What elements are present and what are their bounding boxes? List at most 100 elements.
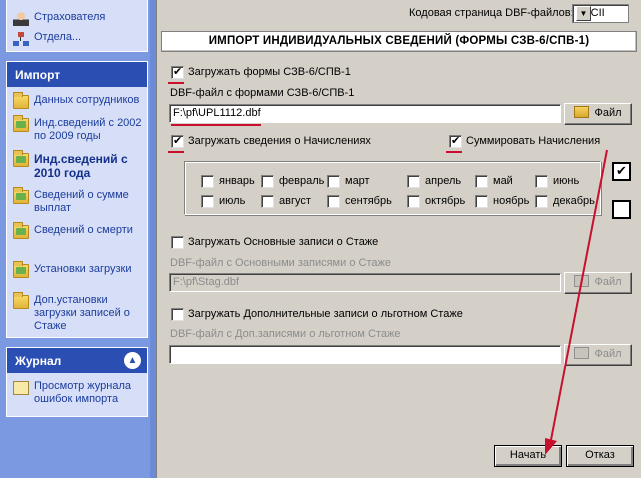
month-checkbox[interactable] — [201, 175, 214, 188]
sidebar: Страхователя Отдела... Импорт Данных сот… — [0, 0, 150, 478]
month-label: май — [493, 175, 513, 187]
sidebar-item-label: Инд.сведений с 2010 года — [34, 152, 128, 180]
panel-title: Импорт — [15, 68, 61, 82]
folder-open-icon — [574, 275, 590, 287]
sidebar-item-extra-settings[interactable]: Доп.установки загрузки записей о Стаже — [7, 292, 147, 335]
sidebar-item-load-settings[interactable]: Установки загрузки — [7, 261, 147, 278]
month-label: январь — [219, 175, 255, 187]
dbf-basic-path-input[interactable]: F:\pf\Stag.dbf — [169, 273, 561, 292]
highlight-mark — [168, 151, 184, 153]
chevron-down-icon[interactable]: ▼ — [576, 6, 591, 21]
month-checkbox[interactable] — [201, 195, 214, 208]
month-checkbox[interactable] — [475, 195, 488, 208]
sidebar-item-2010[interactable]: Инд.сведений с 2010 года — [7, 150, 147, 182]
sidebar-item-label: Отдела... — [34, 31, 82, 43]
clear-all-months-checkbox[interactable] — [612, 200, 631, 219]
folder-open-icon — [574, 347, 590, 359]
folder-icon — [13, 92, 29, 109]
sidebar-item-2002-2009[interactable]: Инд.сведений с 2002 по 2009 годы — [7, 115, 147, 145]
month-label: август — [279, 195, 311, 207]
page-title: ИМПОРТ ИНДИВИДУАЛЬНЫХ СВЕДЕНИЙ (ФОРМЫ СЗ… — [161, 31, 637, 52]
sidebar-item-label: Установки загрузки — [34, 263, 132, 275]
month-checkbox[interactable] — [327, 195, 340, 208]
extra-file-button[interactable]: Файл — [564, 344, 632, 366]
load-forms-checkbox[interactable] — [171, 65, 184, 79]
sidebar-item-department[interactable]: Отдела... — [7, 29, 147, 46]
month-checkbox[interactable] — [327, 175, 340, 188]
sidebar-item-label: Сведений о сумме выплат — [34, 189, 129, 214]
log-icon — [13, 381, 29, 395]
file-button-label: Файл — [594, 107, 622, 119]
month-label: октябрь — [425, 195, 466, 207]
folder-settings-icon — [13, 261, 29, 278]
folder-icon — [13, 222, 29, 239]
highlight-mark — [171, 124, 261, 126]
dbf-extra-label: DBF-файл с Доп.записями о льготном Стаже — [170, 328, 401, 340]
sidebar-item-employees[interactable]: Данных сотрудников — [7, 92, 147, 109]
file-button-label: Файл — [594, 276, 622, 288]
month-label: июнь — [553, 175, 580, 187]
sidebar-item-label: Инд.сведений с 2002 по 2009 годы — [34, 117, 142, 142]
main-panel: Кодовая страница DBF-файлов: ASCII ▼ ИМП… — [156, 0, 641, 478]
dbf-basic-label: DBF-файл с Основными записями о Стаже — [170, 257, 391, 269]
month-label: сентябрь — [345, 195, 392, 207]
panel-title: Журнал — [15, 354, 62, 368]
month-label: апрель — [425, 175, 462, 187]
sidebar-item-label: Сведений о смерти — [34, 224, 133, 236]
month-label: декабрь — [553, 195, 595, 207]
sidebar-top-panel: Страхователя Отдела... — [6, 0, 148, 52]
load-extra-stazh-checkbox[interactable] — [171, 308, 184, 321]
folder-open-icon — [574, 106, 590, 118]
dbf-forms-path-input[interactable]: F:\pf\UPL1112.dbf — [169, 104, 561, 123]
load-basic-stazh-checkbox[interactable] — [171, 236, 184, 249]
highlight-mark — [446, 151, 462, 153]
highlight-mark — [168, 82, 184, 84]
month-label: февраль — [279, 175, 325, 187]
sidebar-item-death[interactable]: Сведений о смерти — [7, 222, 147, 239]
cancel-button[interactable]: Отказ — [566, 445, 634, 467]
sidebar-item-insurer[interactable]: Страхователя — [7, 9, 147, 26]
month-checkbox[interactable] — [535, 195, 548, 208]
folder-icon — [13, 115, 29, 132]
sidebar-item-label: Страхователя — [34, 11, 106, 23]
month-checkbox[interactable] — [407, 195, 420, 208]
dbf-forms-label: DBF-файл с формами СЗВ-6/СПВ-1 — [170, 87, 355, 99]
sidebar-item-label: Доп.установки загрузки записей о Стаже — [34, 294, 130, 332]
basic-file-button[interactable]: Файл — [564, 272, 632, 294]
sidebar-item-label: Данных сотрудников — [34, 94, 140, 106]
month-checkbox[interactable] — [407, 175, 420, 188]
folder-settings-icon — [13, 292, 29, 309]
folder-icon — [13, 150, 29, 167]
select-all-months-checkbox[interactable] — [612, 162, 631, 181]
month-checkbox[interactable] — [261, 175, 274, 188]
sum-accruals-label: Суммировать Начисления — [466, 135, 601, 147]
sidebar-item-label: Просмотр журнала ошибок импорта — [34, 380, 131, 405]
sidebar-item-error-log[interactable]: Просмотр журнала ошибок импорта — [7, 378, 147, 408]
load-extra-stazh-label: Загружать Дополнительные записи о льготн… — [188, 308, 463, 320]
month-label: март — [345, 175, 370, 187]
load-forms-label: Загружать формы СЗВ-6/СПВ-1 — [188, 66, 351, 78]
folder-icon — [13, 187, 29, 204]
user-icon — [13, 12, 29, 26]
sidebar-item-payments[interactable]: Сведений о сумме выплат — [7, 187, 147, 217]
import-panel: Импорт Данных сотрудников Инд.сведений с… — [6, 61, 148, 338]
month-checkbox[interactable] — [261, 195, 274, 208]
codepage-select[interactable]: ASCII ▼ — [572, 4, 629, 23]
file-button-label: Файл — [594, 348, 622, 360]
network-icon — [13, 32, 29, 46]
dbf-extra-path-input[interactable] — [169, 345, 561, 364]
month-checkbox[interactable] — [535, 175, 548, 188]
sum-accruals-checkbox[interactable] — [449, 134, 462, 148]
start-button[interactable]: Начать — [494, 445, 562, 467]
month-label: ноябрь — [493, 195, 530, 207]
month-checkbox[interactable] — [475, 175, 488, 188]
collapse-icon[interactable]: ▲ — [124, 352, 141, 369]
load-basic-stazh-label: Загружать Основные записи о Стаже — [188, 236, 379, 248]
import-panel-header[interactable]: Импорт — [7, 62, 147, 87]
load-accruals-checkbox[interactable] — [171, 134, 184, 148]
forms-file-button[interactable]: Файл — [564, 103, 632, 125]
journal-panel: Журнал ▲ Просмотр журнала ошибок импорта — [6, 347, 148, 417]
month-label: июль — [219, 195, 246, 207]
load-accruals-label: Загружать сведения о Начислениях — [188, 135, 371, 147]
journal-panel-header[interactable]: Журнал ▲ — [7, 348, 147, 373]
